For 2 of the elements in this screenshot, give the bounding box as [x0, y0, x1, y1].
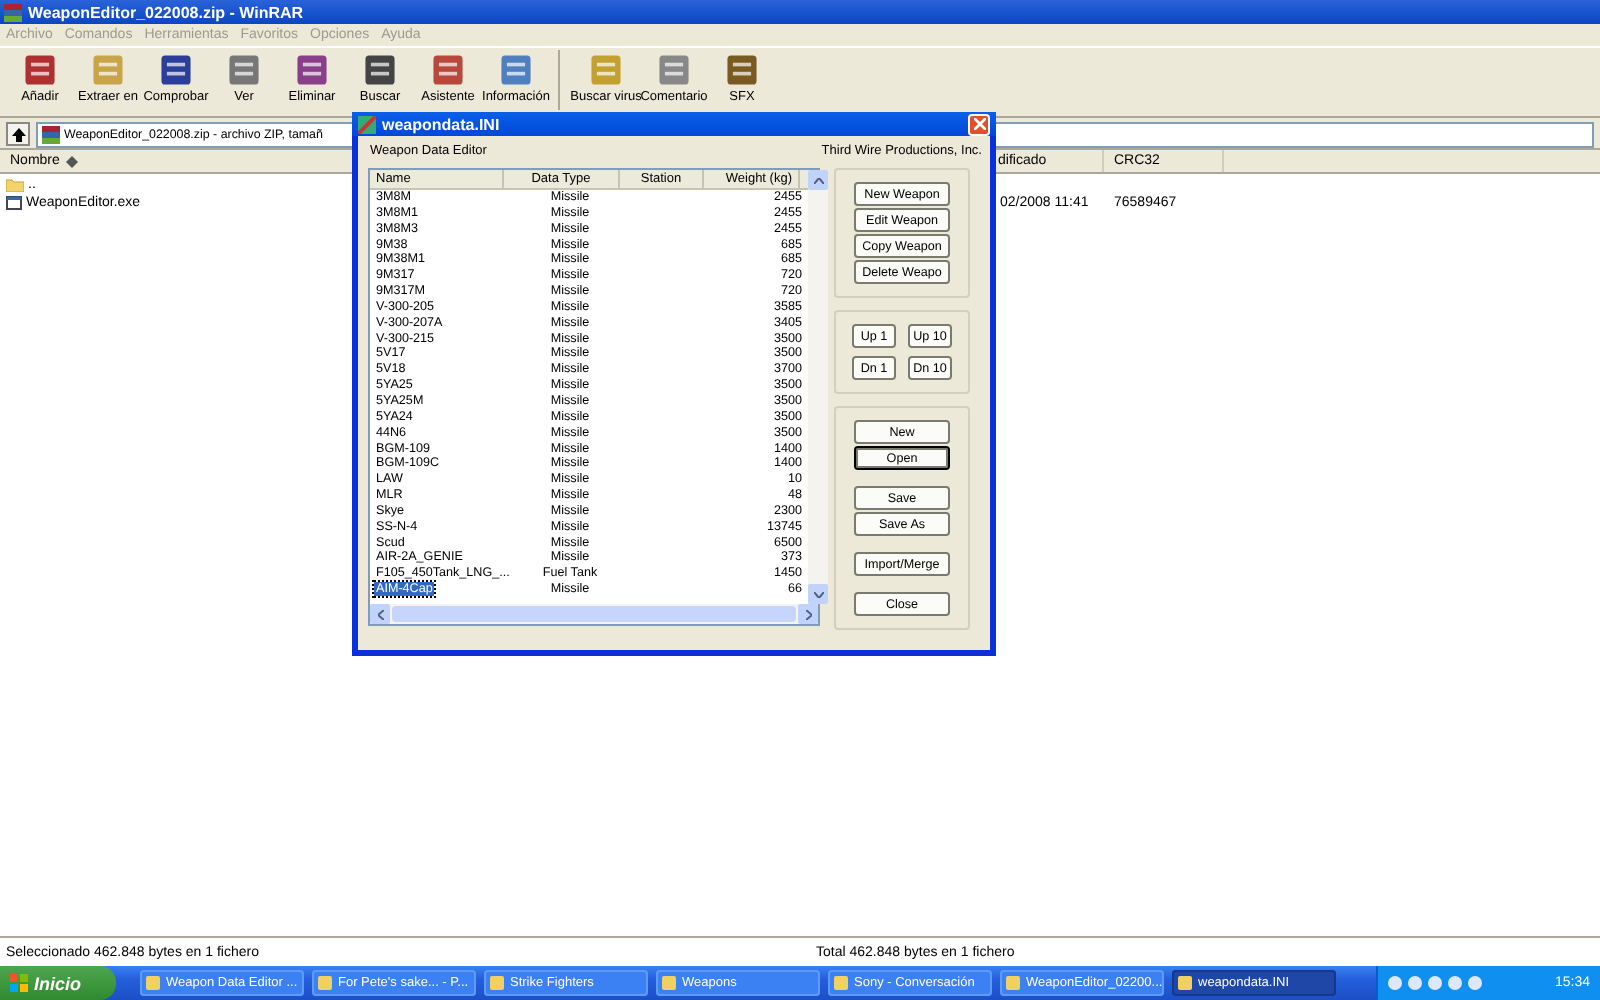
dialog-title: weapondata.INI: [382, 115, 500, 133]
window-title: WeaponEditor_022008.zip - WinRAR: [28, 3, 304, 21]
